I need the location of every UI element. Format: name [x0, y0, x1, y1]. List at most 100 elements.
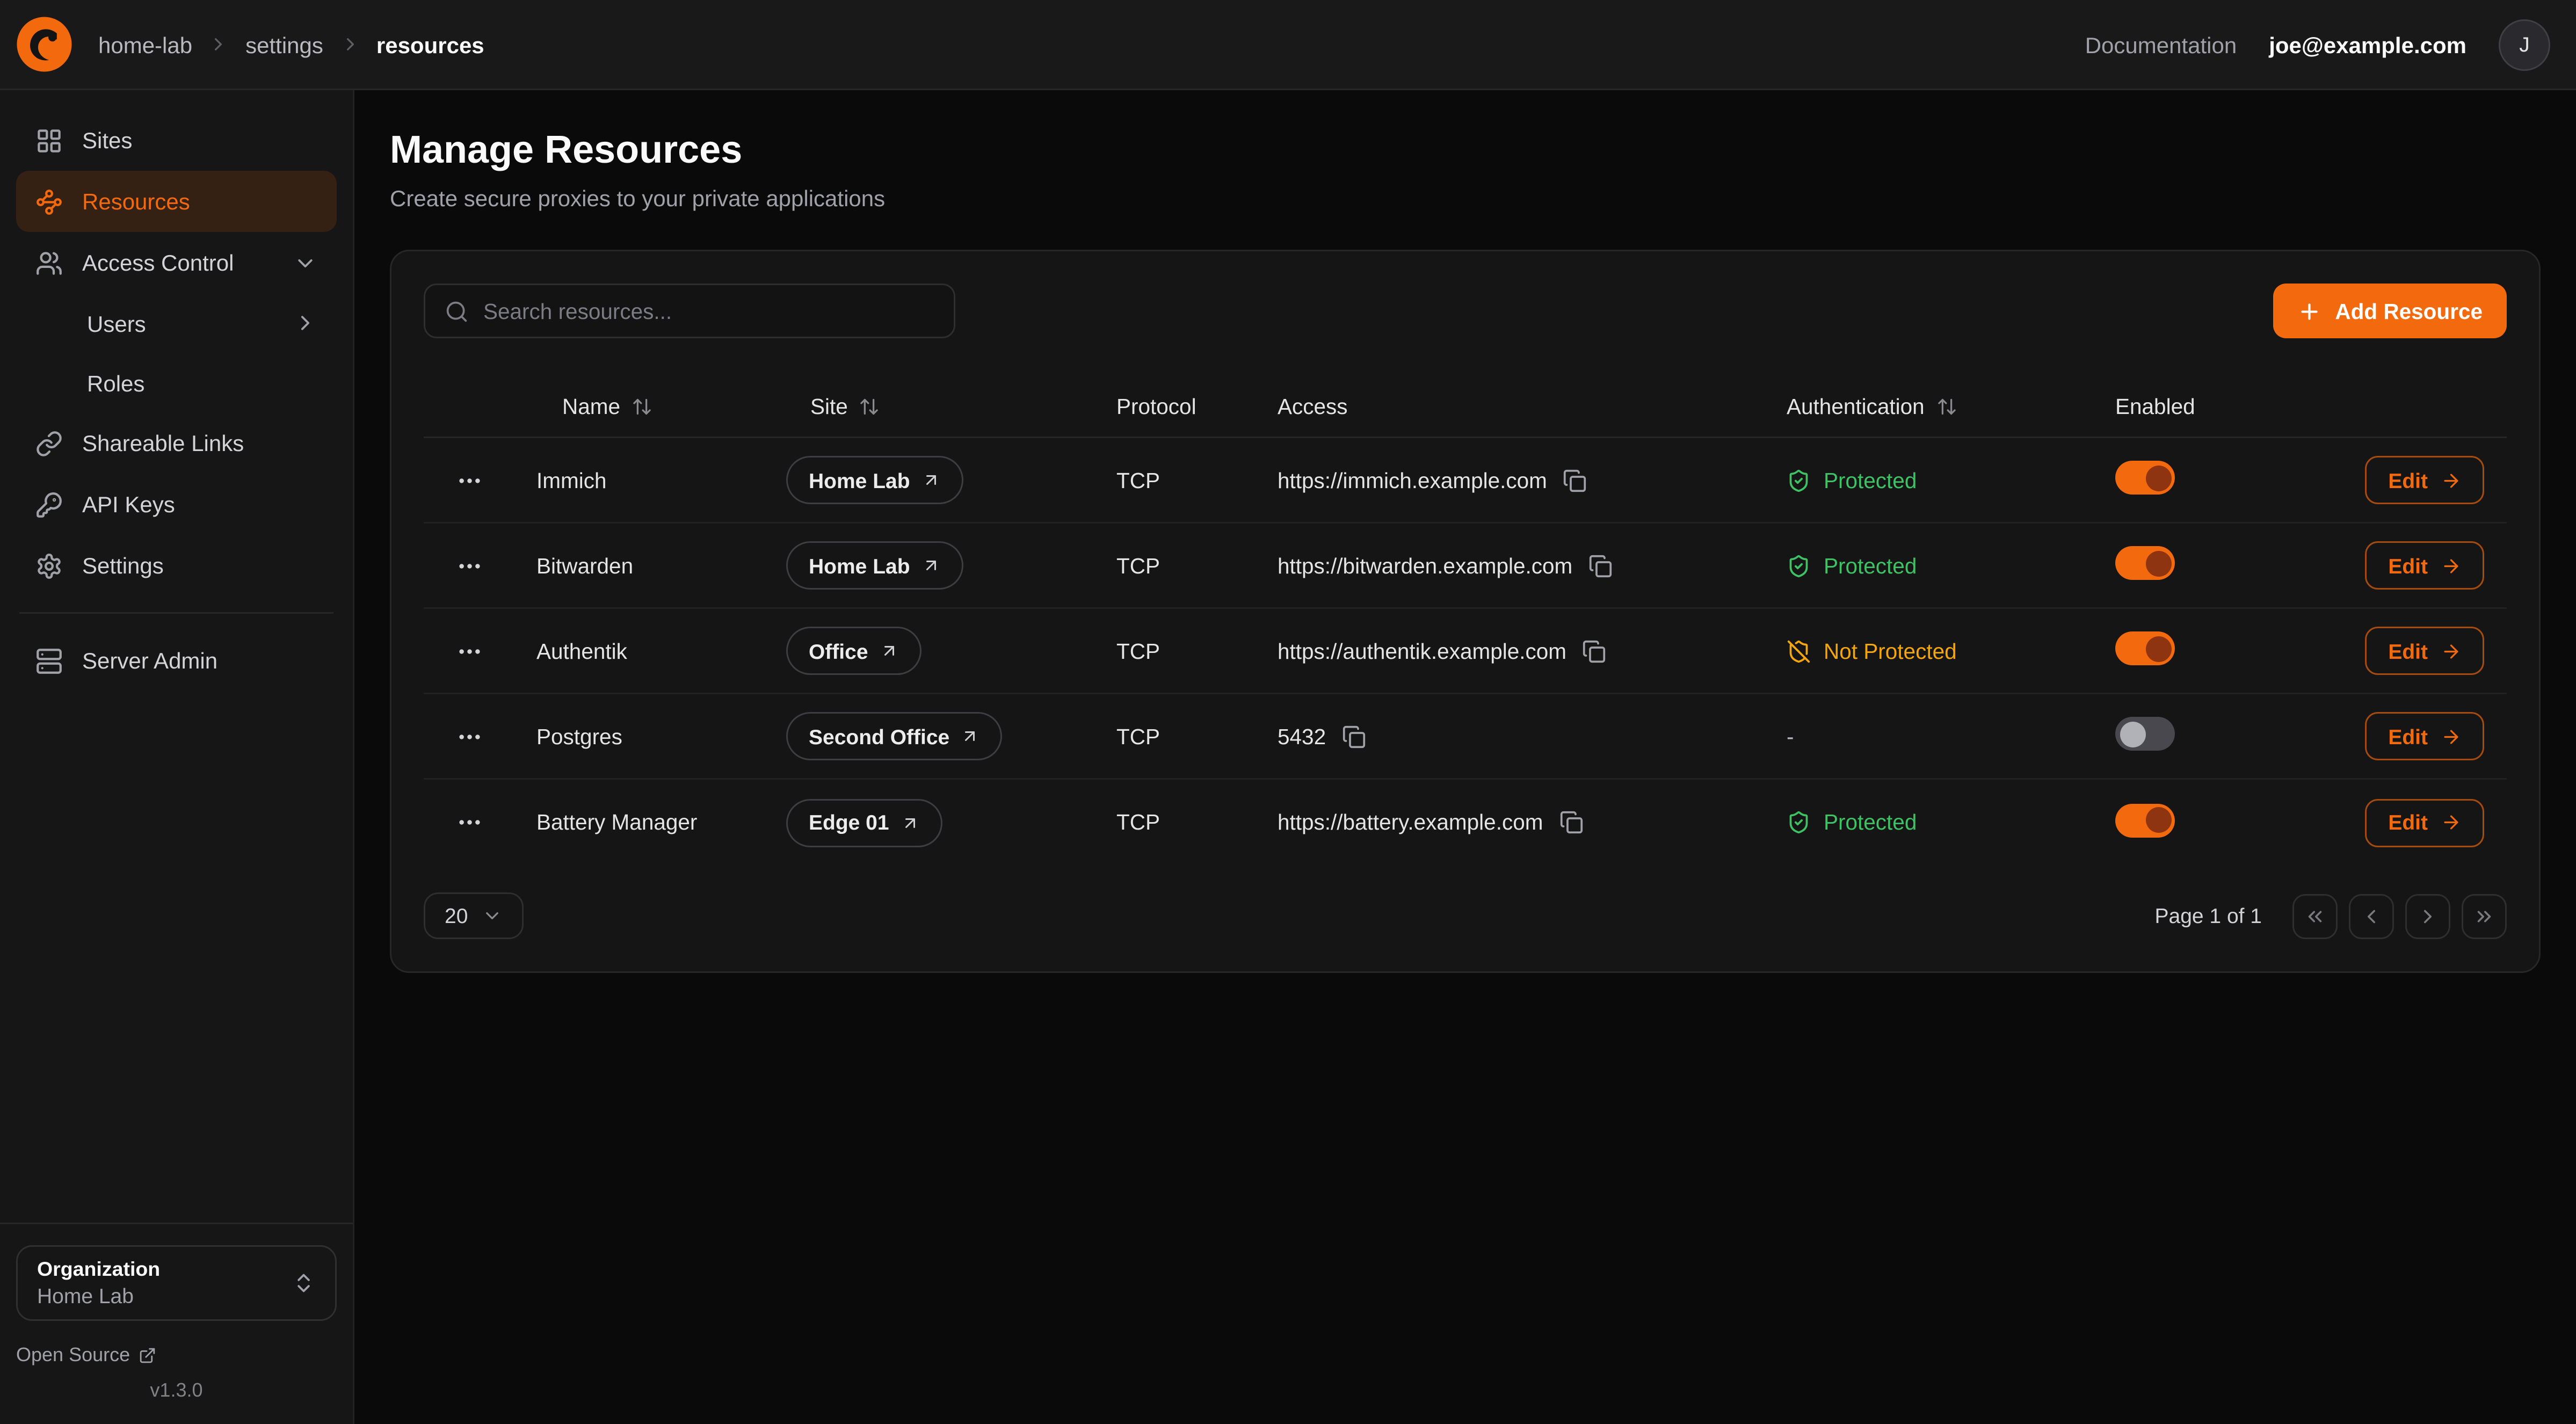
copy-icon [1588, 554, 1613, 578]
sidebar-item-label: Settings [82, 553, 164, 578]
sidebar-item-users[interactable]: Users [16, 293, 337, 353]
arrow-right-icon [2441, 555, 2462, 576]
shield-off-icon [1787, 639, 1811, 663]
sidebar-item-access-control[interactable]: Access Control [16, 232, 337, 293]
link-icon [35, 430, 63, 457]
site-link-button[interactable]: Edge 01 [786, 798, 942, 847]
plus-icon [2298, 299, 2322, 323]
site-link-button[interactable]: Home Lab [786, 456, 963, 504]
open-source-label: Open Source [16, 1343, 130, 1366]
enabled-toggle[interactable] [2115, 631, 2175, 665]
sidebar-item-shareable-links[interactable]: Shareable Links [16, 412, 337, 474]
first-page-button[interactable] [2292, 893, 2338, 939]
edit-label: Edit [2388, 724, 2428, 749]
row-menu-button[interactable] [424, 723, 514, 750]
sidebar-item-label: API Keys [82, 491, 175, 517]
chevrons-up-down-icon [292, 1271, 316, 1295]
arrow-up-right-icon [961, 726, 980, 746]
access-url: https://bitwarden.example.com [1278, 554, 1572, 578]
next-page-button[interactable] [2405, 893, 2450, 939]
page-size-value: 20 [445, 904, 468, 928]
edit-button[interactable]: Edit [2365, 627, 2484, 675]
copy-button[interactable] [1563, 468, 1587, 492]
protocol-value: TCP [1084, 468, 1245, 492]
enabled-toggle[interactable] [2115, 803, 2175, 837]
key-icon [35, 491, 63, 518]
edit-label: Edit [2388, 639, 2428, 663]
table-header-row: Name Site Protocol Access Auth [424, 377, 2507, 438]
edit-button[interactable]: Edit [2365, 456, 2484, 504]
copy-icon [1563, 468, 1587, 492]
breadcrumb-settings[interactable]: settings [245, 32, 323, 57]
sidebar-divider [19, 612, 333, 614]
sidebar-item-sites[interactable]: Sites [16, 110, 337, 171]
last-page-button[interactable] [2462, 893, 2507, 939]
sidebar-item-settings[interactable]: Settings [16, 535, 337, 596]
documentation-link[interactable]: Documentation [2085, 32, 2237, 57]
access-url: https://immich.example.com [1278, 468, 1547, 492]
edit-button[interactable]: Edit [2365, 541, 2484, 590]
shield-check-icon [1787, 554, 1811, 578]
sidebar-item-server-admin[interactable]: Server Admin [16, 630, 337, 691]
copy-icon [1559, 810, 1583, 834]
previous-page-button[interactable] [2349, 893, 2394, 939]
row-menu-button[interactable] [424, 467, 514, 494]
page-title: Manage Resources [390, 129, 2541, 174]
avatar[interactable]: J [2499, 19, 2550, 70]
sidebar-item-resources[interactable]: Resources [16, 171, 337, 232]
column-header-authentication[interactable]: Authentication [1787, 395, 2115, 419]
enabled-toggle[interactable] [2115, 546, 2175, 580]
site-link-button[interactable]: Office [786, 627, 921, 675]
app-window: home-lab settings resources Documentatio… [0, 0, 2576, 1424]
row-menu-button[interactable] [424, 552, 514, 579]
sidebar-item-label: Users [87, 310, 146, 336]
open-source-link[interactable]: Open Source [16, 1343, 337, 1366]
user-email[interactable]: joe@example.com [2269, 32, 2466, 57]
sidebar-item-label: Access Control [82, 250, 234, 275]
grid-icon [35, 127, 63, 154]
copy-button[interactable] [1588, 554, 1613, 578]
arrow-up-right-icon [921, 556, 941, 575]
table-row: Bitwarden Home Lab TCP https://bitwa [424, 524, 2507, 609]
copy-button[interactable] [1559, 810, 1583, 834]
page-subtitle: Create secure proxies to your private ap… [390, 185, 2541, 211]
copy-button[interactable] [1342, 724, 1366, 749]
table-toolbar: Add Resource [424, 284, 2507, 338]
sidebar-footer: Organization Home Lab Open Source v1.3.0 [16, 1223, 337, 1401]
protocol-value: TCP [1084, 554, 1245, 578]
sidebar-item-api-keys[interactable]: API Keys [16, 474, 337, 535]
chevrons-right-icon [2473, 905, 2495, 927]
app-logo[interactable] [16, 16, 72, 72]
column-header-name[interactable]: Name [514, 395, 768, 419]
auth-status: - [1787, 724, 2115, 749]
edit-button[interactable]: Edit [2365, 712, 2484, 760]
organization-switcher[interactable]: Organization Home Lab [16, 1245, 337, 1321]
edit-button[interactable]: Edit [2365, 798, 2484, 847]
edit-label: Edit [2388, 554, 2428, 578]
enabled-toggle[interactable] [2115, 461, 2175, 495]
resource-name: Battery Manager [514, 810, 768, 834]
auth-status: Protected [1787, 468, 2115, 492]
page-size-select[interactable]: 20 [424, 892, 524, 939]
breadcrumb-org[interactable]: home-lab [98, 32, 192, 57]
arrow-right-icon [2441, 726, 2462, 747]
breadcrumb-current: resources [376, 32, 484, 57]
ellipsis-icon [455, 552, 483, 579]
sidebar-item-roles[interactable]: Roles [16, 353, 337, 412]
column-header-site[interactable]: Site [768, 395, 1084, 419]
search-input[interactable] [483, 299, 934, 323]
add-resource-button[interactable]: Add Resource [2274, 284, 2507, 338]
site-link-button[interactable]: Home Lab [786, 541, 963, 590]
ellipsis-icon [455, 467, 483, 494]
site-link-button[interactable]: Second Office [786, 712, 1003, 760]
row-menu-button[interactable] [424, 637, 514, 665]
site-name: Office [809, 639, 868, 663]
table-row: Postgres Second Office TCP 5432 [424, 694, 2507, 780]
enabled-toggle[interactable] [2115, 717, 2175, 751]
page-indicator: Page 1 of 1 [2155, 904, 2262, 928]
row-menu-button[interactable] [424, 809, 514, 836]
protocol-value: TCP [1084, 810, 1245, 834]
ellipsis-icon [455, 637, 483, 665]
copy-button[interactable] [1583, 639, 1607, 663]
breadcrumb: home-lab settings resources [98, 32, 484, 57]
